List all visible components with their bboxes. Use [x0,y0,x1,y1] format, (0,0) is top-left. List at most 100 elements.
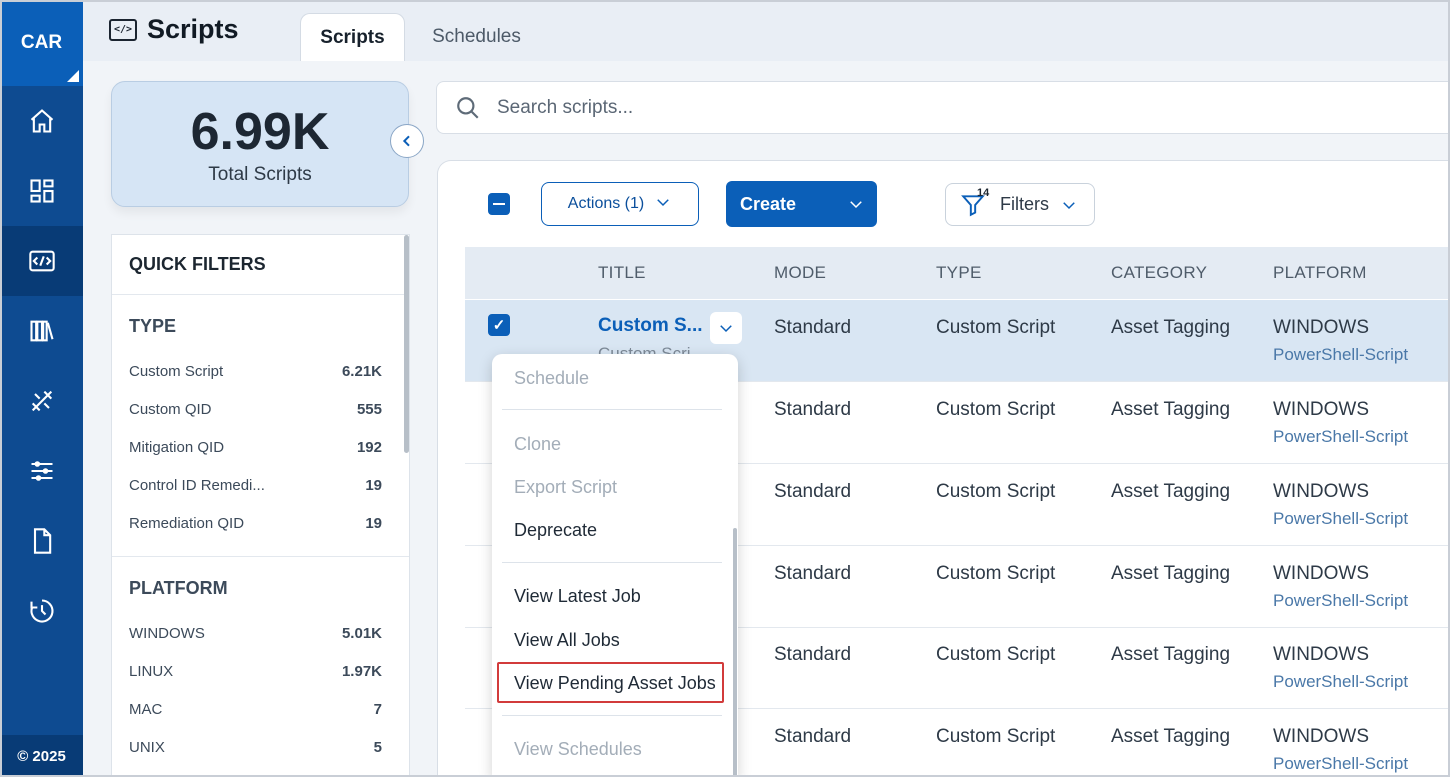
menu-item-clone[interactable]: Clone [514,434,561,455]
nav-tools[interactable] [0,366,83,436]
search-input[interactable] [497,96,1197,119]
quick-filters-scrollbar[interactable] [404,235,409,453]
cell-mode: Standard [774,317,852,338]
column-header-title[interactable]: TITLE [598,263,646,283]
nav-home[interactable] [0,86,83,156]
menu-item-schedule[interactable]: Schedule [514,368,589,389]
column-header-platform[interactable]: PLATFORM [1273,263,1367,283]
filter-label: WINDOWS [129,624,205,642]
filter-item[interactable]: Remediation QID 19 [129,504,392,542]
filter-count: 192 [356,438,382,456]
column-header-mode[interactable]: MODE [774,263,826,283]
nav-settings[interactable] [0,436,83,506]
filter-count: 555 [356,400,382,418]
collapse-panel-button[interactable] [390,124,424,158]
select-all-checkbox[interactable] [488,193,510,215]
cell-platform: WINDOWS [1273,644,1370,665]
filter-label: MAC [129,700,163,718]
actions-label: Actions (1) [567,195,645,212]
cell-mode: Standard [774,563,852,584]
cell-platform-sub: PowerShell-Script [1273,509,1409,528]
column-header-category[interactable]: CATEGORY [1111,263,1207,283]
tab-scripts[interactable]: Scripts [300,13,405,61]
menu-item-export-script[interactable]: Export Script [514,477,617,498]
scripts-title-icon: </> [109,18,137,41]
cell-platform-sub: PowerShell-Script [1273,345,1409,364]
menu-divider [502,409,722,410]
filter-item[interactable]: Control ID Remedi... 19 [129,466,392,504]
filter-item[interactable]: WINDOWS 5.01K [129,614,392,652]
app-brand[interactable]: CAR [0,0,83,86]
filter-item[interactable]: Mitigation QID 192 [129,428,392,466]
menu-item-view-schedules[interactable]: View Schedules [514,739,642,760]
nav-dashboard[interactable] [0,156,83,226]
filter-label: UNIX [129,738,165,756]
cell-category: Asset Tagging [1111,481,1231,502]
filter-section-title: PLATFORM [129,578,228,598]
page-header: </> Scripts Scripts Schedules [83,0,1450,61]
filter-item[interactable]: Custom QID 555 [129,390,392,428]
cell-type: Custom Script [936,399,1056,420]
filter-item[interactable]: Custom Script 6.21K [129,352,392,390]
menu-divider [502,562,722,563]
filter-label: Custom Script [129,362,224,380]
tab-schedules[interactable]: Schedules [419,13,534,61]
nav-history[interactable] [0,576,83,646]
cell-platform-sub: PowerShell-Script [1273,427,1409,446]
row-checkbox[interactable]: ✓ [488,314,510,336]
filter-count: 19 [365,514,382,532]
history-icon [29,599,54,623]
column-header-type[interactable]: TYPE [936,263,982,283]
actions-button[interactable]: Actions (1) [541,182,699,226]
filter-label: Control ID Remedi... [129,476,265,494]
cell-type: Custom Script [936,726,1056,747]
cell-type: Custom Script [936,563,1056,584]
brand-label: CAR [20,32,63,53]
filters-button[interactable]: 14 Filters [945,183,1095,226]
total-scripts-label: Total Scripts [208,164,312,185]
menu-item-view-all-jobs[interactable]: View All Jobs [514,630,620,651]
menu-item-deprecate[interactable]: Deprecate [514,520,597,541]
dashboard-icon [29,179,54,203]
filter-item[interactable]: MAC 7 [129,690,392,728]
filter-section-platform: PLATFORM WINDOWS 5.01K LINUX 1.97K MAC 7 UN… [112,557,409,766]
nav-scripts[interactable] [0,226,83,296]
quick-filters-title: QUICK FILTERS [112,235,409,295]
filters-label: Filters [1000,194,1049,214]
total-scripts-value: 6.99K [190,103,330,161]
create-label: Create [740,193,797,214]
filter-item[interactable]: LINUX 1.97K [129,652,392,690]
total-scripts-card: 6.99K Total Scripts [111,81,409,207]
filter-item[interactable]: UNIX 5 [129,728,392,766]
nav-library[interactable] [0,296,83,366]
create-button[interactable]: Create [726,181,877,227]
copyright: © 2025 [0,735,83,777]
page-title: Scripts [147,14,239,44]
menu-scrollbar[interactable] [733,528,737,777]
nav-documents[interactable] [0,506,83,576]
chevron-down-icon [1060,196,1078,219]
menu-item-view-latest-job[interactable]: View Latest Job [514,586,641,607]
cell-mode: Standard [774,644,852,665]
brand-corner-icon [67,70,79,82]
cell-platform: WINDOWS [1273,481,1370,502]
cell-mode: Standard [774,399,852,420]
settings-sliders-icon [31,461,52,481]
quick-filters-panel: QUICK FILTERS TYPE Custom Script 6.21K Cu… [111,234,410,777]
filter-count: 19 [365,476,382,494]
filter-section-type: TYPE Custom Script 6.21K Custom QID 555 Mi… [112,295,409,542]
cell-category: Asset Tagging [1111,399,1231,420]
filter-label: Remediation QID [129,514,245,532]
chevron-down-icon [847,195,865,218]
row-actions-dropdown[interactable] [710,312,742,344]
script-title-link[interactable]: Custom S... [598,315,703,337]
filter-count: 6.21K [341,362,382,380]
menu-item-view-pending-asset-jobs[interactable]: View Pending Asset Jobs [514,673,716,694]
filter-count: 5 [373,738,382,756]
cell-category: Asset Tagging [1111,726,1231,747]
scripts-icon [28,250,55,272]
filter-count: 7 [373,700,382,718]
cell-platform: WINDOWS [1273,563,1370,584]
search-bar [436,81,1450,134]
chevron-down-icon [720,325,732,333]
